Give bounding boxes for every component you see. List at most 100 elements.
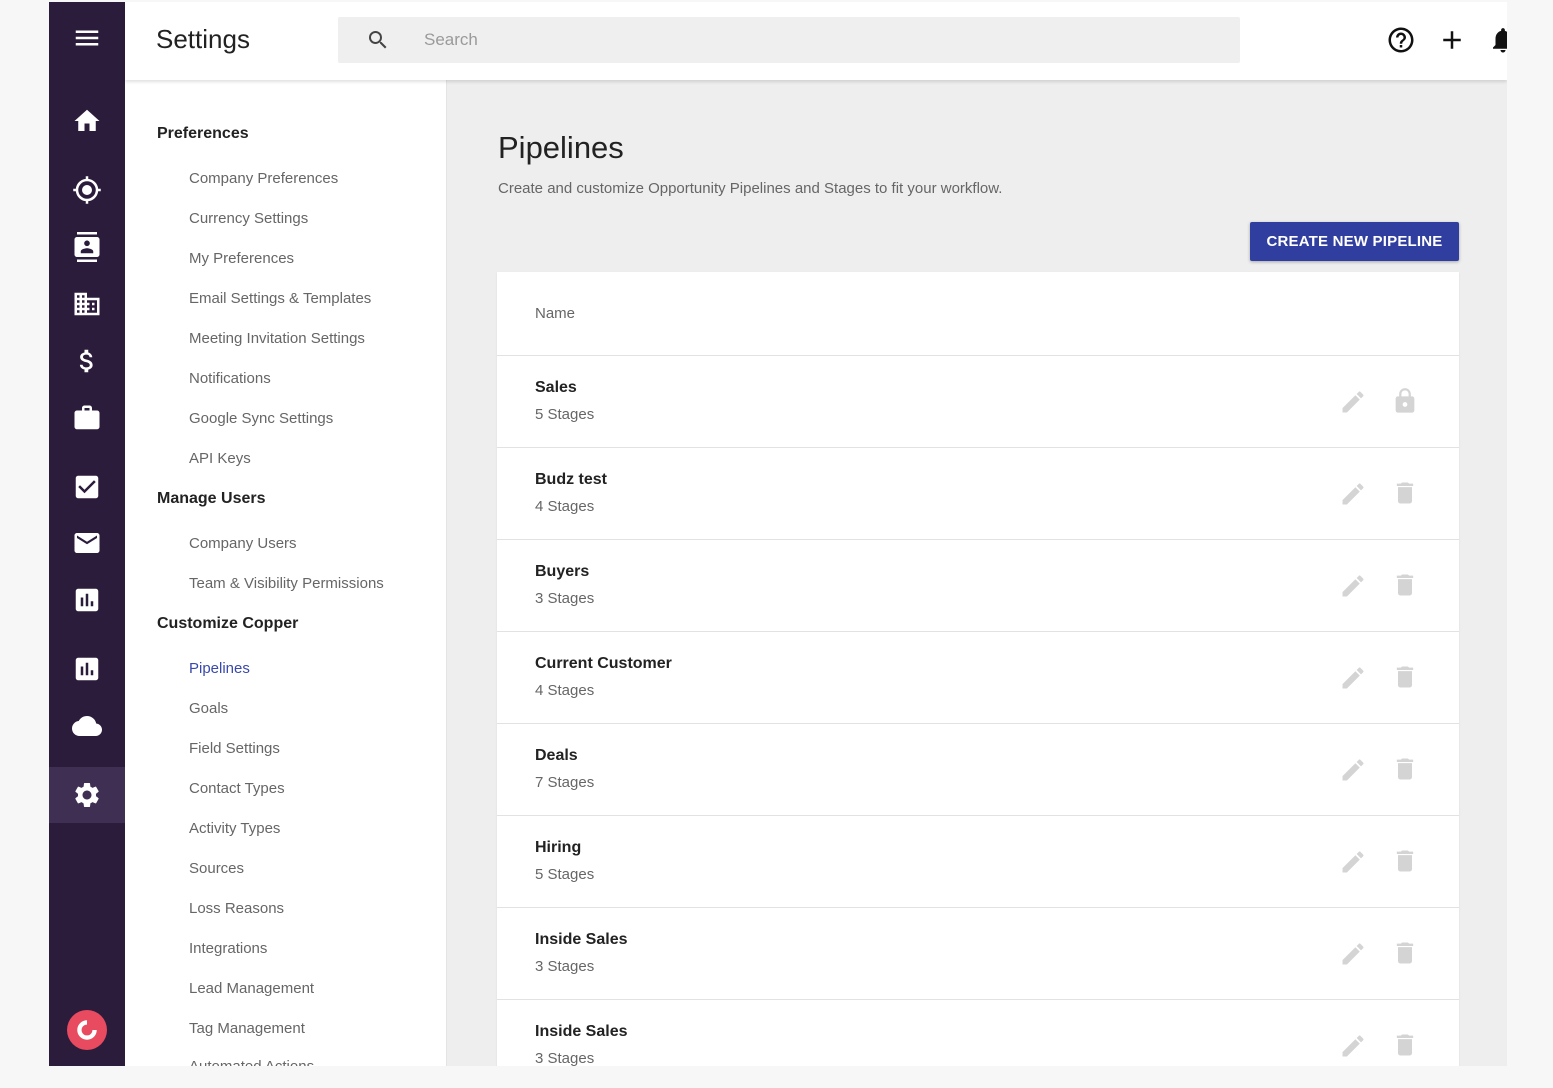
trash-icon — [1396, 482, 1414, 504]
pencil-icon — [1342, 759, 1364, 781]
column-header-name: Name — [535, 305, 576, 322]
nav-item-loss-reasons[interactable]: Loss Reasons — [189, 900, 284, 917]
edit-pipeline-button[interactable] — [1339, 480, 1367, 508]
rail-people[interactable] — [49, 219, 125, 275]
edit-pipeline-button[interactable] — [1339, 940, 1367, 968]
rail-companies[interactable] — [49, 276, 125, 332]
edit-pipeline-button[interactable] — [1339, 756, 1367, 784]
pencil-icon — [1342, 1035, 1364, 1057]
nav-item-pipelines[interactable]: Pipelines — [189, 660, 250, 677]
table-row[interactable]: Current Customer 4 Stages — [497, 632, 1459, 724]
delete-pipeline-button[interactable] — [1391, 479, 1419, 507]
pipeline-stage-count: 4 Stages — [535, 498, 595, 515]
nav-item-activity-types[interactable]: Activity Types — [189, 820, 280, 837]
delete-pipeline-button[interactable] — [1391, 1031, 1419, 1059]
rail-dashboards[interactable] — [49, 641, 125, 697]
search-bar[interactable] — [338, 17, 1240, 63]
table-row[interactable]: Buyers 3 Stages — [497, 540, 1459, 632]
pipeline-name: Sales — [535, 379, 577, 396]
nav-item-meeting-invitation-settings[interactable]: Meeting Invitation Settings — [189, 330, 365, 347]
trash-icon — [1396, 850, 1414, 872]
locked-indicator — [1391, 387, 1419, 415]
delete-pipeline-button[interactable] — [1391, 847, 1419, 875]
table-row[interactable]: Inside Sales 3 Stages — [497, 908, 1459, 1000]
dashboard-icon — [75, 657, 99, 681]
nav-item-integrations[interactable]: Integrations — [189, 940, 267, 957]
pencil-icon — [1342, 391, 1364, 413]
gear-icon — [75, 783, 99, 807]
notifications-button[interactable] — [1487, 24, 1507, 56]
checkbox-icon — [75, 475, 99, 499]
cloud-icon — [72, 716, 102, 736]
pipeline-name: Inside Sales — [535, 931, 628, 948]
rail-tasks[interactable] — [49, 459, 125, 515]
nav-item-automated-actions[interactable]: Automated Actions — [189, 1058, 314, 1066]
nav-item-api-keys[interactable]: API Keys — [189, 450, 251, 467]
rail-home[interactable] — [49, 93, 125, 149]
nav-item-currency-settings[interactable]: Currency Settings — [189, 210, 308, 227]
left-rail — [49, 2, 125, 1066]
table-row[interactable]: Deals 7 Stages — [497, 724, 1459, 816]
trash-icon — [1396, 666, 1414, 688]
copper-logo[interactable] — [67, 1010, 107, 1050]
table-row[interactable]: Budz test 4 Stages — [497, 448, 1459, 540]
table-row[interactable]: Sales 5 Stages — [497, 356, 1459, 448]
nav-item-email-settings[interactable]: Email Settings & Templates — [189, 290, 371, 307]
pipelines-table: Name Sales 5 Stages Budz test 4 Stages B… — [497, 272, 1459, 1066]
add-button[interactable] — [1436, 24, 1468, 56]
pencil-icon — [1342, 943, 1364, 965]
nav-item-my-preferences[interactable]: My Preferences — [189, 250, 294, 267]
edit-pipeline-button[interactable] — [1339, 388, 1367, 416]
nav-item-company-preferences[interactable]: Company Preferences — [189, 170, 338, 187]
pipeline-name: Current Customer — [535, 655, 672, 672]
search-icon — [369, 31, 387, 49]
edit-pipeline-button[interactable] — [1339, 664, 1367, 692]
rail-settings[interactable] — [49, 767, 125, 823]
pencil-icon — [1342, 667, 1364, 689]
contacts-icon — [74, 232, 100, 262]
rail-projects[interactable] — [49, 390, 125, 446]
rail-opportunities[interactable] — [49, 333, 125, 389]
settings-nav: Preferences Company Preferences Currency… — [125, 80, 447, 1066]
main-content: Pipelines Create and customize Opportuni… — [447, 80, 1507, 1066]
edit-pipeline-button[interactable] — [1339, 1032, 1367, 1060]
nav-item-company-users[interactable]: Company Users — [189, 535, 297, 552]
nav-item-google-sync-settings[interactable]: Google Sync Settings — [189, 410, 333, 427]
delete-pipeline-button[interactable] — [1391, 663, 1419, 691]
page-title: Settings — [156, 24, 250, 54]
delete-pipeline-button[interactable] — [1391, 939, 1419, 967]
pipeline-stage-count: 5 Stages — [535, 406, 595, 423]
rail-reports[interactable] — [49, 572, 125, 628]
pipeline-stage-count: 3 Stages — [535, 1050, 595, 1066]
table-row[interactable]: Inside Sales 3 Stages — [497, 1000, 1459, 1066]
rail-email[interactable] — [49, 515, 125, 571]
delete-pipeline-button[interactable] — [1391, 755, 1419, 783]
table-row[interactable]: Hiring 5 Stages — [497, 816, 1459, 908]
pipeline-stage-count: 5 Stages — [535, 866, 595, 883]
delete-pipeline-button[interactable] — [1391, 571, 1419, 599]
create-new-pipeline-button[interactable]: CREATE NEW PIPELINE — [1250, 222, 1459, 261]
rail-leads[interactable] — [49, 162, 125, 218]
nav-item-tag-management[interactable]: Tag Management — [189, 1020, 305, 1037]
help-button[interactable] — [1385, 24, 1417, 56]
pipeline-name: Buyers — [535, 563, 590, 580]
menu-button[interactable] — [49, 10, 125, 66]
edit-pipeline-button[interactable] — [1339, 848, 1367, 876]
rail-integrations[interactable] — [49, 698, 125, 754]
nav-item-lead-management[interactable]: Lead Management — [189, 980, 314, 997]
nav-item-field-settings[interactable]: Field Settings — [189, 740, 280, 757]
trash-icon — [1396, 758, 1414, 780]
hamburger-menu-icon — [75, 30, 99, 46]
search-input[interactable] — [424, 17, 1204, 63]
nav-item-sources[interactable]: Sources — [189, 860, 244, 877]
nav-item-contact-types[interactable]: Contact Types — [189, 780, 285, 797]
nav-item-team-visibility-permissions[interactable]: Team & Visibility Permissions — [189, 575, 384, 592]
report-icon — [75, 588, 99, 612]
pencil-icon — [1342, 575, 1364, 597]
app-window: Settings Preferences Company Preferences… — [49, 2, 1507, 1066]
pipeline-name: Budz test — [535, 471, 607, 488]
nav-item-notifications[interactable]: Notifications — [189, 370, 271, 387]
pipeline-name: Inside Sales — [535, 1023, 628, 1040]
nav-item-goals[interactable]: Goals — [189, 700, 228, 717]
edit-pipeline-button[interactable] — [1339, 572, 1367, 600]
